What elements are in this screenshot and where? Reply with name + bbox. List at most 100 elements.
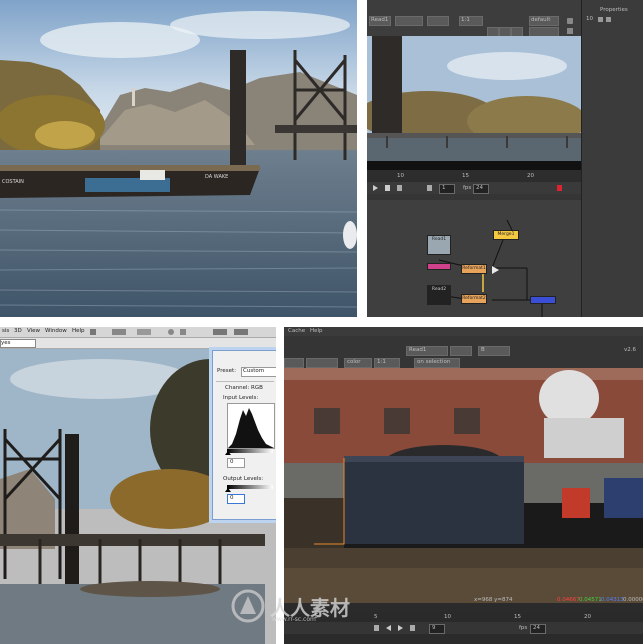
menu-item-analysis[interactable]: sis (2, 327, 9, 335)
document-tab[interactable]: yes (0, 339, 36, 348)
channel-label: Channel: (225, 385, 250, 391)
menu-item-3d[interactable]: 3D (14, 327, 22, 335)
frame-field[interactable]: 1 (439, 184, 455, 194)
viewer-input-b-select[interactable]: B (478, 346, 510, 356)
read-node-1[interactable]: Read1 (427, 235, 451, 255)
play-icon[interactable] (398, 625, 403, 631)
timeline-tick: 15 (462, 173, 469, 179)
properties-title: Properties (600, 7, 628, 13)
next-frame-icon[interactable] (397, 185, 402, 191)
screen-mode-icon[interactable] (213, 329, 227, 335)
viewer-scale: v2.6 (624, 347, 637, 353)
cursor-readout: x=968 y=874 (474, 597, 513, 603)
play-icon[interactable] (373, 185, 378, 191)
merge-node[interactable]: Merge1 (493, 230, 519, 240)
settings-icon[interactable] (567, 18, 573, 24)
read-node-1-pink[interactable] (427, 263, 451, 270)
viewer-input-select[interactable]: Read1 (369, 16, 391, 26)
rotate-icon[interactable] (168, 329, 174, 335)
watermark-url: www.rr-sc.com (272, 616, 316, 623)
preset-select[interactable]: Custom (241, 367, 276, 377)
stop-icon[interactable] (385, 185, 390, 191)
menu-item-window[interactable]: Window (45, 327, 67, 335)
menu-bar: sis 3D View Window Help (0, 327, 276, 338)
lock-icon[interactable] (567, 28, 573, 34)
watermark: 人人素材 www.rr-sc.com (230, 588, 410, 624)
frame-field[interactable]: 9 (429, 624, 445, 634)
input-levels-label: Input Levels: (223, 395, 259, 401)
input-black-field[interactable]: 0 (227, 458, 245, 468)
histogram (227, 403, 275, 449)
timeline-tick: 15 (514, 614, 521, 620)
menu-item-help[interactable]: Help (72, 327, 85, 335)
divider (216, 381, 274, 382)
lut-select[interactable]: default (529, 16, 559, 26)
alpha-value: 0.00000 (623, 597, 643, 603)
menu-bar: Cache Help (284, 327, 643, 336)
fps-field[interactable]: 24 (473, 184, 489, 194)
prev-key-icon[interactable] (427, 185, 432, 191)
viewer-input-a-select[interactable]: Read1 (406, 346, 448, 356)
options-bar: yes (0, 338, 276, 349)
viewer-image (367, 36, 587, 170)
node-graph[interactable]: Read1 Reformat1 Merge1 Read2 Reformat2 (367, 200, 581, 317)
zoom-select[interactable]: 1:1 (459, 16, 483, 26)
merge-mode-select[interactable] (450, 346, 472, 356)
zoom-select[interactable]: 1:1 (374, 358, 400, 368)
input-gradient (227, 449, 273, 453)
red-value: 0.04667 (557, 597, 580, 603)
reformat-node-2[interactable]: Reformat2 (461, 294, 487, 304)
viewer-canvas[interactable] (367, 36, 587, 170)
preset-label: Preset: (217, 368, 237, 374)
fps-label: fps (463, 185, 472, 191)
shipyard-image (284, 368, 643, 603)
read-node-2[interactable]: Read2 (427, 285, 451, 305)
viewer-toolbar: Read1 B v2.6 color 1:1 on selection (284, 336, 643, 368)
properties-count: 10 (586, 16, 593, 22)
menu-item-cache[interactable]: Cache (288, 327, 305, 335)
compositor-window: Read1 1:1 default Properties 10 10 15 20… (367, 0, 643, 317)
hand-tool-icon[interactable] (137, 329, 151, 335)
gain-field[interactable] (284, 358, 304, 368)
properties-panel: Properties 10 (581, 0, 643, 317)
viewer-canvas[interactable]: x=968 y=874 0.04667 0.04571 0.04313 0.00… (284, 368, 643, 603)
channel-select[interactable] (395, 16, 423, 26)
ps-icon (90, 329, 96, 335)
viewer-b-select[interactable] (427, 16, 449, 26)
channel-select[interactable]: RGB (251, 384, 263, 392)
output-levels-label: Output Levels: (223, 476, 264, 482)
output-gradient (227, 485, 273, 489)
workspace-icon[interactable] (234, 329, 248, 335)
blue-value: 0.04313 (601, 597, 624, 603)
levels-dialog: Preset: Custom Channel: RGB Input Levels… (212, 350, 276, 520)
timeline-tick: 20 (584, 614, 591, 620)
zoom-icon[interactable] (180, 329, 186, 335)
blue-node[interactable] (530, 296, 556, 304)
arrange-icon[interactable] (112, 329, 126, 335)
display-mode-select[interactable]: color (344, 358, 372, 368)
last-frame-icon[interactable] (410, 625, 415, 631)
timeline-tick: 20 (527, 173, 534, 179)
selection-mode-select[interactable]: on selection (414, 358, 460, 368)
boat-text-right: DA WAKE (205, 174, 228, 180)
timeline-tick: 10 (397, 173, 404, 179)
composite-photo-boat: COSTAIN DA WAKE (0, 0, 357, 317)
fps-field[interactable]: 24 (530, 624, 546, 634)
play-backward-icon[interactable] (386, 625, 391, 631)
close-icon[interactable] (606, 17, 611, 22)
first-frame-icon[interactable] (374, 625, 379, 631)
timeline-tick: 10 (444, 614, 451, 620)
black-point-slider[interactable] (225, 451, 231, 455)
clear-icon[interactable] (598, 17, 603, 22)
output-black-slider[interactable] (225, 488, 231, 492)
record-icon[interactable] (557, 185, 562, 191)
boat-text-left: COSTAIN (2, 179, 24, 185)
histogram-graph (228, 408, 274, 448)
channel-select[interactable] (306, 358, 338, 368)
menu-item-help[interactable]: Help (310, 327, 323, 335)
watermark-logo-icon (231, 589, 265, 623)
output-black-field[interactable]: 0 (227, 494, 245, 504)
reformat-node-1[interactable]: Reformat1 (461, 264, 487, 274)
timeline-bar[interactable]: 10 15 20 (367, 170, 581, 182)
menu-item-view[interactable]: View (27, 327, 40, 335)
